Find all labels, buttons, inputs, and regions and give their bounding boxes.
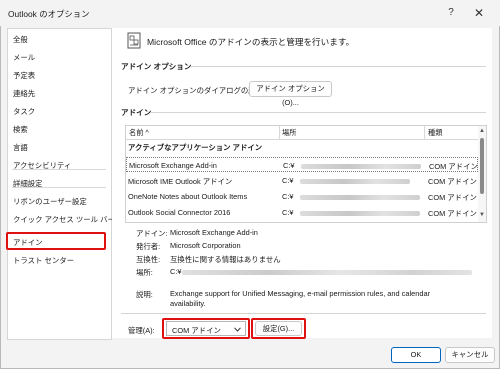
sidebar-item-general[interactable]: 全般 (13, 34, 28, 45)
addins-icon (127, 32, 141, 49)
manage-label: 管理(A): (128, 326, 155, 335)
table-row[interactable]: Microsoft IME Outlook アドイン C:¥ COM アドイン (126, 173, 478, 188)
sidebar-item-search[interactable]: 検索 (13, 124, 28, 135)
cell-type: COM アドイン (428, 193, 477, 202)
detail-publisher-value: Microsoft Corporation (170, 241, 241, 250)
section-divider (150, 112, 486, 113)
detail-addin-label: アドイン: (136, 229, 168, 238)
scroll-down-icon[interactable]: ▼ (479, 212, 485, 218)
close-button[interactable]: ✕ (469, 4, 489, 22)
sidebar-item-customize-ribbon[interactable]: リボンのユーザー設定 (13, 196, 87, 207)
cell-type: COM アドイン (428, 177, 477, 186)
detail-description-label: 説明: (136, 290, 153, 299)
help-button[interactable]: ? (442, 4, 460, 22)
table-group-active: アクティブなアプリケーション アドイン (128, 143, 263, 152)
manage-select[interactable]: COM アドイン (166, 321, 246, 336)
detail-description-line1: Exchange support for Unified Messaging, … (170, 289, 431, 298)
cell-type: COM アドイン (428, 209, 477, 218)
scroll-up-icon[interactable]: ▲ (479, 128, 485, 134)
detail-publisher-label: 発行者: (136, 242, 161, 251)
sidebar-item-calendar[interactable]: 予定表 (13, 70, 35, 81)
scroll-thumb[interactable] (480, 138, 484, 194)
sidebar-item-contacts[interactable]: 連絡先 (13, 88, 35, 99)
table-row[interactable]: Microsoft Exchange Add-in C:¥ COM アドイン (126, 157, 478, 172)
column-header-location[interactable]: 場所 (282, 128, 296, 138)
settings-button[interactable]: 設定(G)... (255, 321, 302, 336)
section-divider (121, 313, 486, 314)
addin-options-label: アドイン オプションのダイアログの起動: (128, 86, 266, 95)
cancel-button[interactable]: キャンセル (445, 347, 495, 363)
sidebar-item-addins[interactable]: アドイン (13, 237, 43, 248)
cell-name: Microsoft Exchange Add-in (129, 161, 217, 170)
ok-button[interactable]: OK (391, 347, 441, 363)
cell-location: C:¥ (282, 208, 420, 217)
chevron-down-icon (234, 327, 241, 332)
addin-options-heading: アドイン オプション (121, 62, 192, 71)
column-divider[interactable] (279, 126, 280, 139)
addins-heading: アドイン (121, 108, 152, 117)
table-row[interactable]: Outlook Social Connector 2016 C:¥ COM アド… (126, 205, 478, 220)
sidebar-divider (12, 169, 106, 170)
column-header-type[interactable]: 種類 (428, 128, 442, 138)
table-row[interactable]: OneNote Notes about Outlook Items C:¥ CO… (126, 189, 478, 204)
cell-name: OneNote Notes about Outlook Items (128, 192, 248, 201)
addin-options-button[interactable]: アドイン オプション(O)... (249, 81, 332, 107)
cell-type: COM アドイン (429, 162, 478, 171)
detail-compat-label: 互換性: (136, 255, 161, 264)
cell-location: C:¥ (283, 161, 421, 170)
table-header: 名前 ^ 場所 種類 (126, 126, 478, 140)
detail-compat-value: 互換性に関する情報はありません (170, 255, 281, 264)
table-scrollbar[interactable]: ▲ ▼ (478, 126, 486, 222)
sidebar-item-quick-access-toolbar[interactable]: クイック アクセス ツール バー (13, 214, 115, 225)
detail-addin-value: Microsoft Exchange Add-in (170, 228, 258, 237)
sidebar-item-mail[interactable]: メール (13, 52, 35, 63)
cell-location: C:¥ (282, 176, 410, 185)
sidebar-item-language[interactable]: 言語 (13, 142, 28, 153)
detail-location-value: C:¥ (170, 267, 472, 276)
cell-name: Microsoft IME Outlook アドイン (128, 177, 233, 186)
manage-select-value: COM アドイン (172, 326, 221, 335)
detail-description-line2: availability. (170, 299, 206, 308)
section-divider (190, 66, 486, 67)
window-title: Outlook のオプション (8, 9, 90, 19)
cell-name: Outlook Social Connector 2016 (128, 208, 231, 217)
column-divider[interactable] (424, 126, 425, 139)
sidebar-item-trust-center[interactable]: トラスト センター (13, 255, 74, 266)
detail-location-label: 場所: (136, 268, 153, 277)
addins-table: 名前 ^ 場所 種類 アクティブなアプリケーション アドイン Microsoft… (125, 125, 487, 223)
cell-location: C:¥ (282, 192, 420, 201)
sidebar-divider (12, 187, 106, 188)
sidebar: 全般 メール 予定表 連絡先 タスク 検索 言語 アクセシビリティ 詳細設定 リ… (6, 28, 115, 340)
sidebar-item-tasks[interactable]: タスク (13, 106, 35, 117)
page-header: Microsoft Office のアドインの表示と管理を行います。 (147, 37, 355, 47)
column-header-name[interactable]: 名前 ^ (129, 128, 149, 138)
